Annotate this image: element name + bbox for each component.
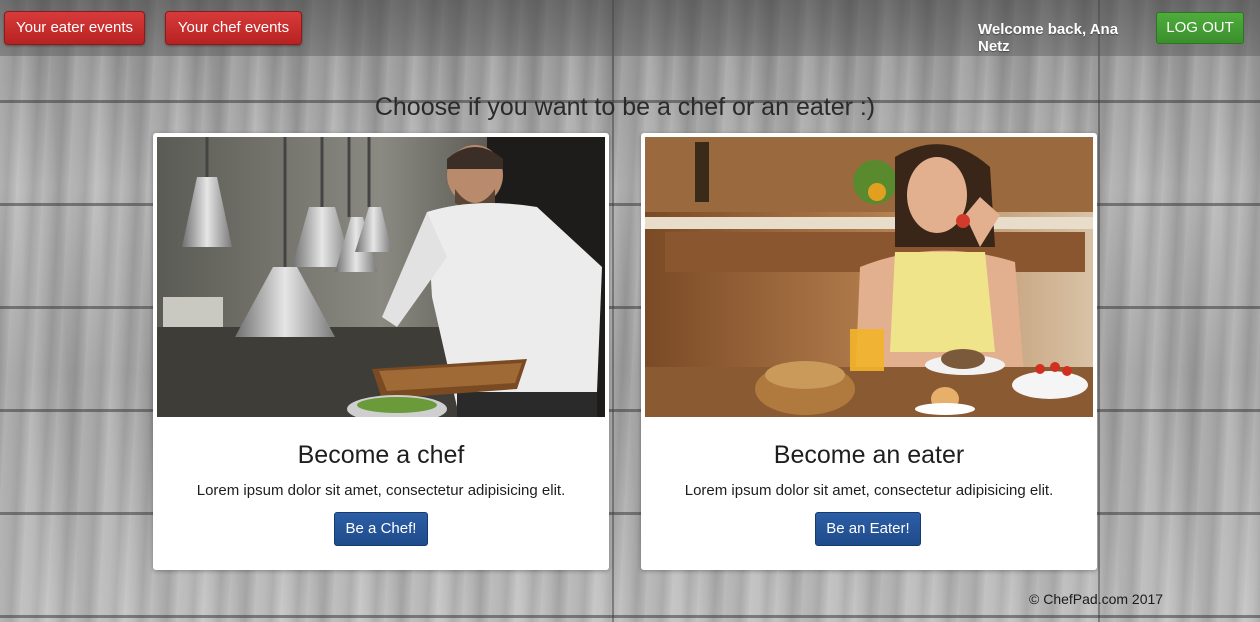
chef-photo: [157, 137, 605, 417]
chef-card-description: Lorem ipsum dolor sit amet, consectetur …: [196, 482, 566, 499]
be-a-chef-button[interactable]: Be a Chef!: [334, 512, 428, 546]
be-an-eater-button[interactable]: Be an Eater!: [815, 512, 921, 546]
top-nav-bar: Your eater events Your chef events Welco…: [0, 0, 1260, 56]
footer-copyright: © ChefPad.com 2017: [1029, 591, 1164, 607]
chef-card-title: Become a chef: [297, 441, 465, 469]
chef-events-button[interactable]: Your chef events: [165, 11, 302, 45]
eater-card-title: Become an eater: [773, 441, 965, 469]
chef-card: Become a chef Lorem ipsum dolor sit amet…: [153, 133, 609, 570]
page-headline: Choose if you want to be a chef or an ea…: [374, 93, 876, 121]
logout-button[interactable]: LOG OUT: [1156, 12, 1244, 44]
eater-events-button[interactable]: Your eater events: [4, 11, 145, 45]
welcome-message: Welcome back, Ana Netz: [978, 21, 1119, 55]
eater-card-description: Lorem ipsum dolor sit amet, consectetur …: [684, 482, 1054, 499]
chef-kitchen-image: [157, 137, 605, 417]
eater-card: Become an eater Lorem ipsum dolor sit am…: [641, 133, 1097, 570]
eater-breakfast-image: [645, 137, 1093, 417]
eater-photo: [645, 137, 1093, 417]
